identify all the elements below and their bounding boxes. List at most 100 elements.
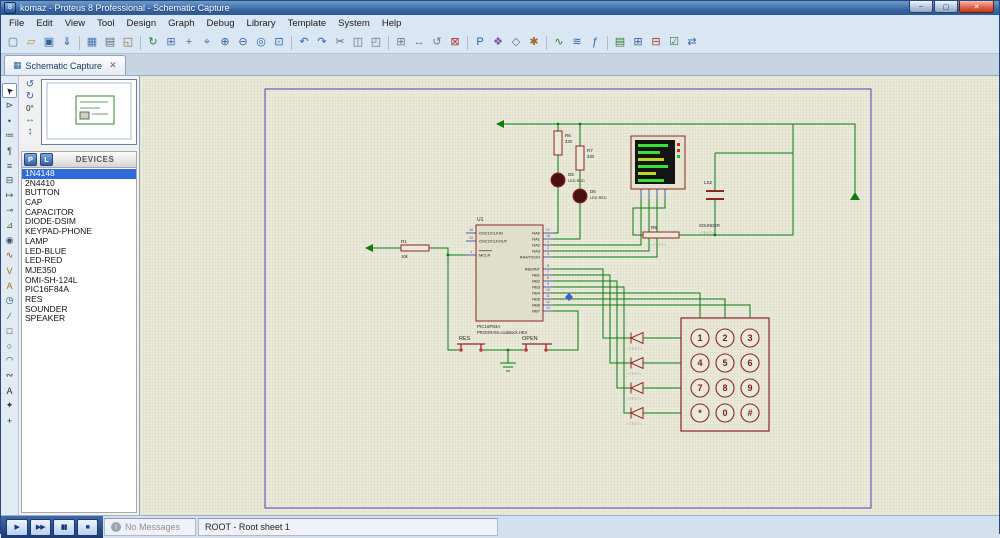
pick-devices-button[interactable]: P: [24, 153, 37, 166]
resistor-r5[interactable]: [643, 232, 679, 238]
step-button[interactable]: ▶▶: [30, 519, 52, 536]
menu-system[interactable]: System: [332, 16, 376, 31]
virtual-instruments-mode-button[interactable]: ◷: [2, 293, 17, 308]
menu-debug[interactable]: Debug: [201, 16, 241, 31]
make-device-button[interactable]: ❖: [490, 34, 507, 51]
netlist-transfer-button[interactable]: ⇄: [684, 34, 701, 51]
keypad[interactable]: 123456789*0#: [681, 318, 769, 431]
schematic-canvas[interactable]: OSC1/CLKIN16OSC2/CLKOUT15MCLR4RA017RA118…: [140, 76, 999, 515]
page-settings-button[interactable]: ▦: [84, 34, 101, 51]
minimize-button[interactable]: –: [909, 1, 933, 13]
wire-label-mode-button[interactable]: ≔: [2, 128, 17, 143]
device-item[interactable]: SPEAKER: [22, 314, 136, 324]
device-pin-mode-button[interactable]: ⊸: [2, 203, 17, 218]
search-tag-button[interactable]: ≋: [569, 34, 586, 51]
current-probe-mode-button[interactable]: A: [2, 278, 17, 293]
diode[interactable]: [631, 358, 643, 369]
tape-recorder-mode-button[interactable]: ◉: [2, 233, 17, 248]
2d-path-mode-button[interactable]: ∾: [2, 368, 17, 383]
display-module[interactable]: [631, 136, 685, 199]
resistor-r1[interactable]: [401, 245, 429, 251]
wire-autorouter-button[interactable]: ∿: [551, 34, 568, 51]
terminals[interactable]: [365, 120, 860, 252]
menu-design[interactable]: Design: [121, 16, 163, 31]
menu-graph[interactable]: Graph: [162, 16, 200, 31]
mirror-horizontal-icon[interactable]: ↔: [25, 115, 35, 125]
toggle-grid-button[interactable]: ⊞: [163, 34, 180, 51]
block-copy-button[interactable]: ⊞: [393, 34, 410, 51]
2d-box-mode-button[interactable]: □: [2, 323, 17, 338]
voltage-probe-mode-button[interactable]: V: [2, 263, 17, 278]
decompose-button[interactable]: ✱: [526, 34, 543, 51]
rotate-cw-icon[interactable]: ↻: [26, 92, 34, 102]
redraw-button[interactable]: ↻: [145, 34, 162, 51]
menu-help[interactable]: Help: [376, 16, 408, 31]
res-button[interactable]: [457, 344, 485, 352]
packaging-tool-button[interactable]: ◇: [508, 34, 525, 51]
open-project-button[interactable]: ▱: [23, 34, 40, 51]
subcircuit-mode-button[interactable]: ⊟: [2, 173, 17, 188]
paste-button[interactable]: ◰: [368, 34, 385, 51]
open-button[interactable]: [522, 344, 552, 352]
copy-button[interactable]: ◫: [350, 34, 367, 51]
tab-close-icon[interactable]: ✕: [109, 60, 117, 71]
block-rotate-button[interactable]: ↺: [429, 34, 446, 51]
terminal-mode-button[interactable]: ↦: [2, 188, 17, 203]
ground-symbol[interactable]: [500, 363, 516, 371]
new-sheet-button[interactable]: ⊞: [630, 34, 647, 51]
pause-button[interactable]: ▮▮: [53, 519, 75, 536]
stop-button[interactable]: ■: [77, 519, 99, 536]
sounder-ls2[interactable]: [706, 191, 724, 199]
2d-line-mode-button[interactable]: ∕: [2, 308, 17, 323]
center-at-cursor-button[interactable]: ⌖: [199, 34, 216, 51]
menu-template[interactable]: Template: [282, 16, 333, 31]
zoom-out-button[interactable]: ⊖: [235, 34, 252, 51]
2d-circle-mode-button[interactable]: ○: [2, 338, 17, 353]
menu-view[interactable]: View: [59, 16, 91, 31]
save-project-button[interactable]: ▣: [41, 34, 58, 51]
menu-tool[interactable]: Tool: [91, 16, 120, 31]
graph-mode-button[interactable]: ⊿: [2, 218, 17, 233]
2d-symbol-mode-button[interactable]: ✦: [2, 398, 17, 413]
diode[interactable]: [631, 408, 643, 419]
false-origin-button[interactable]: +: [181, 34, 198, 51]
block-move-button[interactable]: ↔: [411, 34, 428, 51]
close-button[interactable]: ✕: [959, 1, 994, 13]
2d-marker-mode-button[interactable]: +: [2, 413, 17, 428]
selection-pointer-button[interactable]: ➤: [2, 83, 17, 98]
resistor-r7[interactable]: [576, 146, 584, 170]
undo-button[interactable]: ↶: [296, 34, 313, 51]
block-delete-button[interactable]: ⊠: [447, 34, 464, 51]
component-mode-button[interactable]: ⊳: [2, 98, 17, 113]
tab-schematic-capture[interactable]: ▦ Schematic Capture ✕: [4, 55, 126, 75]
diode[interactable]: [631, 383, 643, 394]
rotate-ccw-icon[interactable]: ↺: [26, 80, 34, 90]
generator-mode-button[interactable]: ∿: [2, 248, 17, 263]
menu-file[interactable]: File: [3, 16, 30, 31]
led-d6[interactable]: [573, 189, 587, 203]
zoom-all-button[interactable]: ◎: [253, 34, 270, 51]
zoom-area-button[interactable]: ⊡: [271, 34, 288, 51]
import-project-button[interactable]: ⇓: [59, 34, 76, 51]
new-file-button[interactable]: ▢: [5, 34, 22, 51]
design-explorer-button[interactable]: ▤: [612, 34, 629, 51]
redo-button[interactable]: ↷: [314, 34, 331, 51]
menu-edit[interactable]: Edit: [30, 16, 58, 31]
diode[interactable]: [631, 333, 643, 344]
resistor-r6[interactable]: [554, 131, 562, 155]
cut-button[interactable]: ✂: [332, 34, 349, 51]
electrical-rules-check-button[interactable]: ☑: [666, 34, 683, 51]
zoom-in-button[interactable]: ⊕: [217, 34, 234, 51]
led-d5[interactable]: [551, 173, 565, 187]
menu-library[interactable]: Library: [241, 16, 282, 31]
junction-dot-mode-button[interactable]: •: [2, 113, 17, 128]
bus-mode-button[interactable]: ≡: [2, 158, 17, 173]
property-assignment-button[interactable]: ƒ: [587, 34, 604, 51]
pick-parts-button[interactable]: P: [472, 34, 489, 51]
print-button[interactable]: ▤: [102, 34, 119, 51]
2d-text-mode-button[interactable]: A: [2, 383, 17, 398]
play-button[interactable]: ▶: [6, 519, 28, 536]
library-manager-button[interactable]: L: [40, 153, 53, 166]
mark-output-area-button[interactable]: ◱: [120, 34, 137, 51]
2d-arc-mode-button[interactable]: ◠: [2, 353, 17, 368]
